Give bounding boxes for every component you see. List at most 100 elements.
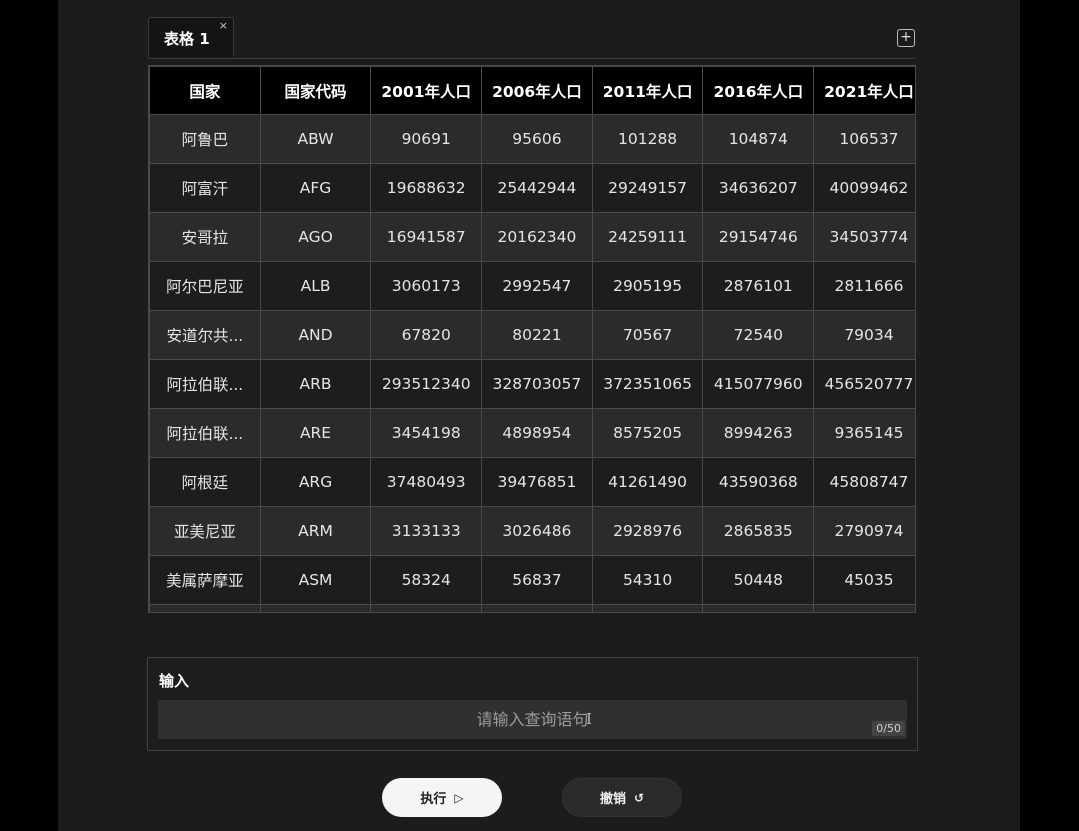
table-row[interactable]: 阿拉伯联... ARB 293512340 328703057 372351065 415… — [149, 359, 915, 409]
cell-code[interactable]: AGO — [259, 212, 372, 262]
cell-population[interactable]: 79034 — [813, 310, 915, 360]
cell-code[interactable]: ASM — [259, 555, 372, 605]
cell-population[interactable]: 415077960 — [702, 359, 815, 409]
cell-population[interactable]: 95606 — [481, 114, 593, 164]
cell-population[interactable]: 106537 — [813, 114, 915, 164]
add-tab-icon[interactable]: + — [897, 29, 915, 47]
data-table-container[interactable]: 国家 国家代码 2001年人口 2006年人口 2011年人口 2016年人口 … — [148, 65, 916, 613]
cell-population[interactable]: 3454198 — [370, 408, 483, 458]
cell-code[interactable]: ARG — [259, 457, 372, 507]
cell-country[interactable]: 阿富汗 — [149, 163, 261, 213]
cell-code[interactable]: ABW — [259, 114, 372, 164]
cell-population[interactable]: 104874 — [702, 114, 815, 164]
table-row[interactable]: 阿尔巴尼亚 ALB 3060173 2992547 2905195 2876101 2811… — [149, 261, 915, 311]
table-row[interactable]: 阿鲁巴 ABW 90691 95606 101288 104874 106537 — [149, 114, 915, 164]
cell-population[interactable]: 2790974 — [813, 506, 915, 556]
cell-code[interactable]: AFG — [259, 163, 372, 213]
cell-population[interactable]: 56837 — [481, 555, 593, 605]
cell-population[interactable]: 70567 — [591, 310, 704, 360]
column-header-2006[interactable]: 2006年人口 — [481, 66, 593, 115]
table-row[interactable]: 阿根廷 ARG 37480493 39476851 41261490 43590368 45… — [149, 457, 915, 507]
cell-population[interactable]: 43590368 — [702, 457, 815, 507]
cell-population[interactable]: 67820 — [370, 310, 483, 360]
table-row[interactable]: 美属萨摩亚 ASM 58324 56837 54310 50448 45035 — [149, 555, 915, 605]
cell-country[interactable]: 亚美尼亚 — [149, 506, 261, 556]
cell-country[interactable]: 阿拉伯联... — [149, 408, 261, 458]
cell-population[interactable]: 2811666 — [813, 261, 915, 311]
cell-country[interactable]: 美属萨摩亚 — [149, 555, 261, 605]
cell-code[interactable]: ARB — [259, 359, 372, 409]
cell-code[interactable]: ARM — [259, 506, 372, 556]
cell-population[interactable]: 80221 — [481, 310, 593, 360]
column-header-2021[interactable]: 2021年人口 — [813, 66, 915, 115]
cell-code[interactable]: ATG — [259, 604, 372, 612]
cell-population[interactable]: 328703057 — [481, 359, 593, 409]
table-row[interactable]: 阿富汗 AFG 19688632 25442944 29249157 34636207 40… — [149, 163, 915, 213]
cell-population[interactable]: 40099462 — [813, 163, 915, 213]
cell-code[interactable]: ARE — [259, 408, 372, 458]
cell-population[interactable]: 29154746 — [702, 212, 815, 262]
cell-population[interactable]: 54310 — [591, 555, 704, 605]
tab-table-1[interactable]: 表格 1 × — [148, 17, 234, 57]
cell-population[interactable]: 3026486 — [481, 506, 593, 556]
cell-population[interactable]: 2928976 — [591, 506, 704, 556]
cell-population[interactable]: 2992547 — [481, 261, 593, 311]
cell-country[interactable]: 阿根廷 — [149, 457, 261, 507]
cell-population[interactable]: 8575205 — [591, 408, 704, 458]
cell-population[interactable]: 2905195 — [591, 261, 704, 311]
cell-country[interactable]: 阿尔巴尼亚 — [149, 261, 261, 311]
cell-population[interactable]: 16941587 — [370, 212, 483, 262]
cell-population[interactable]: 29249157 — [591, 163, 704, 213]
cell-country[interactable]: 安提瓜和... — [149, 604, 261, 612]
cell-population[interactable]: 90564 — [702, 604, 815, 612]
query-input[interactable] — [158, 700, 907, 739]
cell-population[interactable]: 45808747 — [813, 457, 915, 507]
cell-population[interactable]: 372351065 — [591, 359, 704, 409]
cell-population[interactable]: 3133133 — [370, 506, 483, 556]
cell-population[interactable]: 8994263 — [702, 408, 815, 458]
cell-population[interactable]: 19688632 — [370, 163, 483, 213]
cell-population[interactable]: 293512340 — [370, 359, 483, 409]
cell-population[interactable]: 41261490 — [591, 457, 704, 507]
cell-country[interactable]: 安道尔共... — [149, 310, 261, 360]
cell-code[interactable]: ALB — [259, 261, 372, 311]
cell-population[interactable]: 80895 — [481, 604, 593, 612]
table-row[interactable]: 安哥拉 AGO 16941587 20162340 24259111 29154746 34… — [149, 212, 915, 262]
tab-close-icon[interactable]: × — [219, 19, 228, 32]
column-header-code[interactable]: 国家代码 — [259, 66, 372, 115]
column-header-2011[interactable]: 2011年人口 — [591, 66, 704, 115]
cell-population[interactable]: 72540 — [702, 310, 815, 360]
run-button[interactable]: 执行 ▷ — [382, 778, 502, 817]
cell-population[interactable]: 34503774 — [813, 212, 915, 262]
cell-population[interactable]: 9365145 — [813, 408, 915, 458]
cell-population[interactable]: 37480493 — [370, 457, 483, 507]
cell-population[interactable]: 34636207 — [702, 163, 815, 213]
cell-population[interactable]: 3060173 — [370, 261, 483, 311]
table-row[interactable]: 安道尔共... AND 67820 80221 70567 72540 79034 — [149, 310, 915, 360]
cell-population[interactable]: 456520777 — [813, 359, 915, 409]
cell-code[interactable]: AND — [259, 310, 372, 360]
cell-population[interactable]: 93219 — [813, 604, 915, 612]
cell-population[interactable]: 2865835 — [702, 506, 815, 556]
cell-country[interactable]: 安哥拉 — [149, 212, 261, 262]
column-header-2016[interactable]: 2016年人口 — [702, 66, 815, 115]
cell-population[interactable]: 39476851 — [481, 457, 593, 507]
cell-population[interactable]: 50448 — [702, 555, 815, 605]
cell-population[interactable]: 20162340 — [481, 212, 593, 262]
cell-population[interactable]: 2876101 — [702, 261, 815, 311]
table-row[interactable]: 亚美尼亚 ARM 3133133 3026486 2928976 2865835 27909… — [149, 506, 915, 556]
cell-population[interactable]: 86720 — [591, 604, 704, 612]
undo-button[interactable]: 撤销 ↺ — [562, 778, 682, 817]
cell-country[interactable]: 阿拉伯联... — [149, 359, 261, 409]
cell-population[interactable]: 24259111 — [591, 212, 704, 262]
cell-population[interactable]: 90691 — [370, 114, 483, 164]
cell-population[interactable]: 25442944 — [481, 163, 593, 213]
column-header-2001[interactable]: 2001年人口 — [370, 66, 483, 115]
cell-country[interactable]: 阿鲁巴 — [149, 114, 261, 164]
column-header-country[interactable]: 国家 — [149, 66, 261, 115]
cell-population[interactable]: 58324 — [370, 555, 483, 605]
cell-population[interactable]: 76215 — [370, 604, 483, 612]
cell-population[interactable]: 45035 — [813, 555, 915, 605]
table-row[interactable]: 安提瓜和...ATG7621580895867209056493219 — [149, 604, 915, 612]
table-row[interactable]: 阿拉伯联... ARE 3454198 4898954 8575205 8994263 93… — [149, 408, 915, 458]
